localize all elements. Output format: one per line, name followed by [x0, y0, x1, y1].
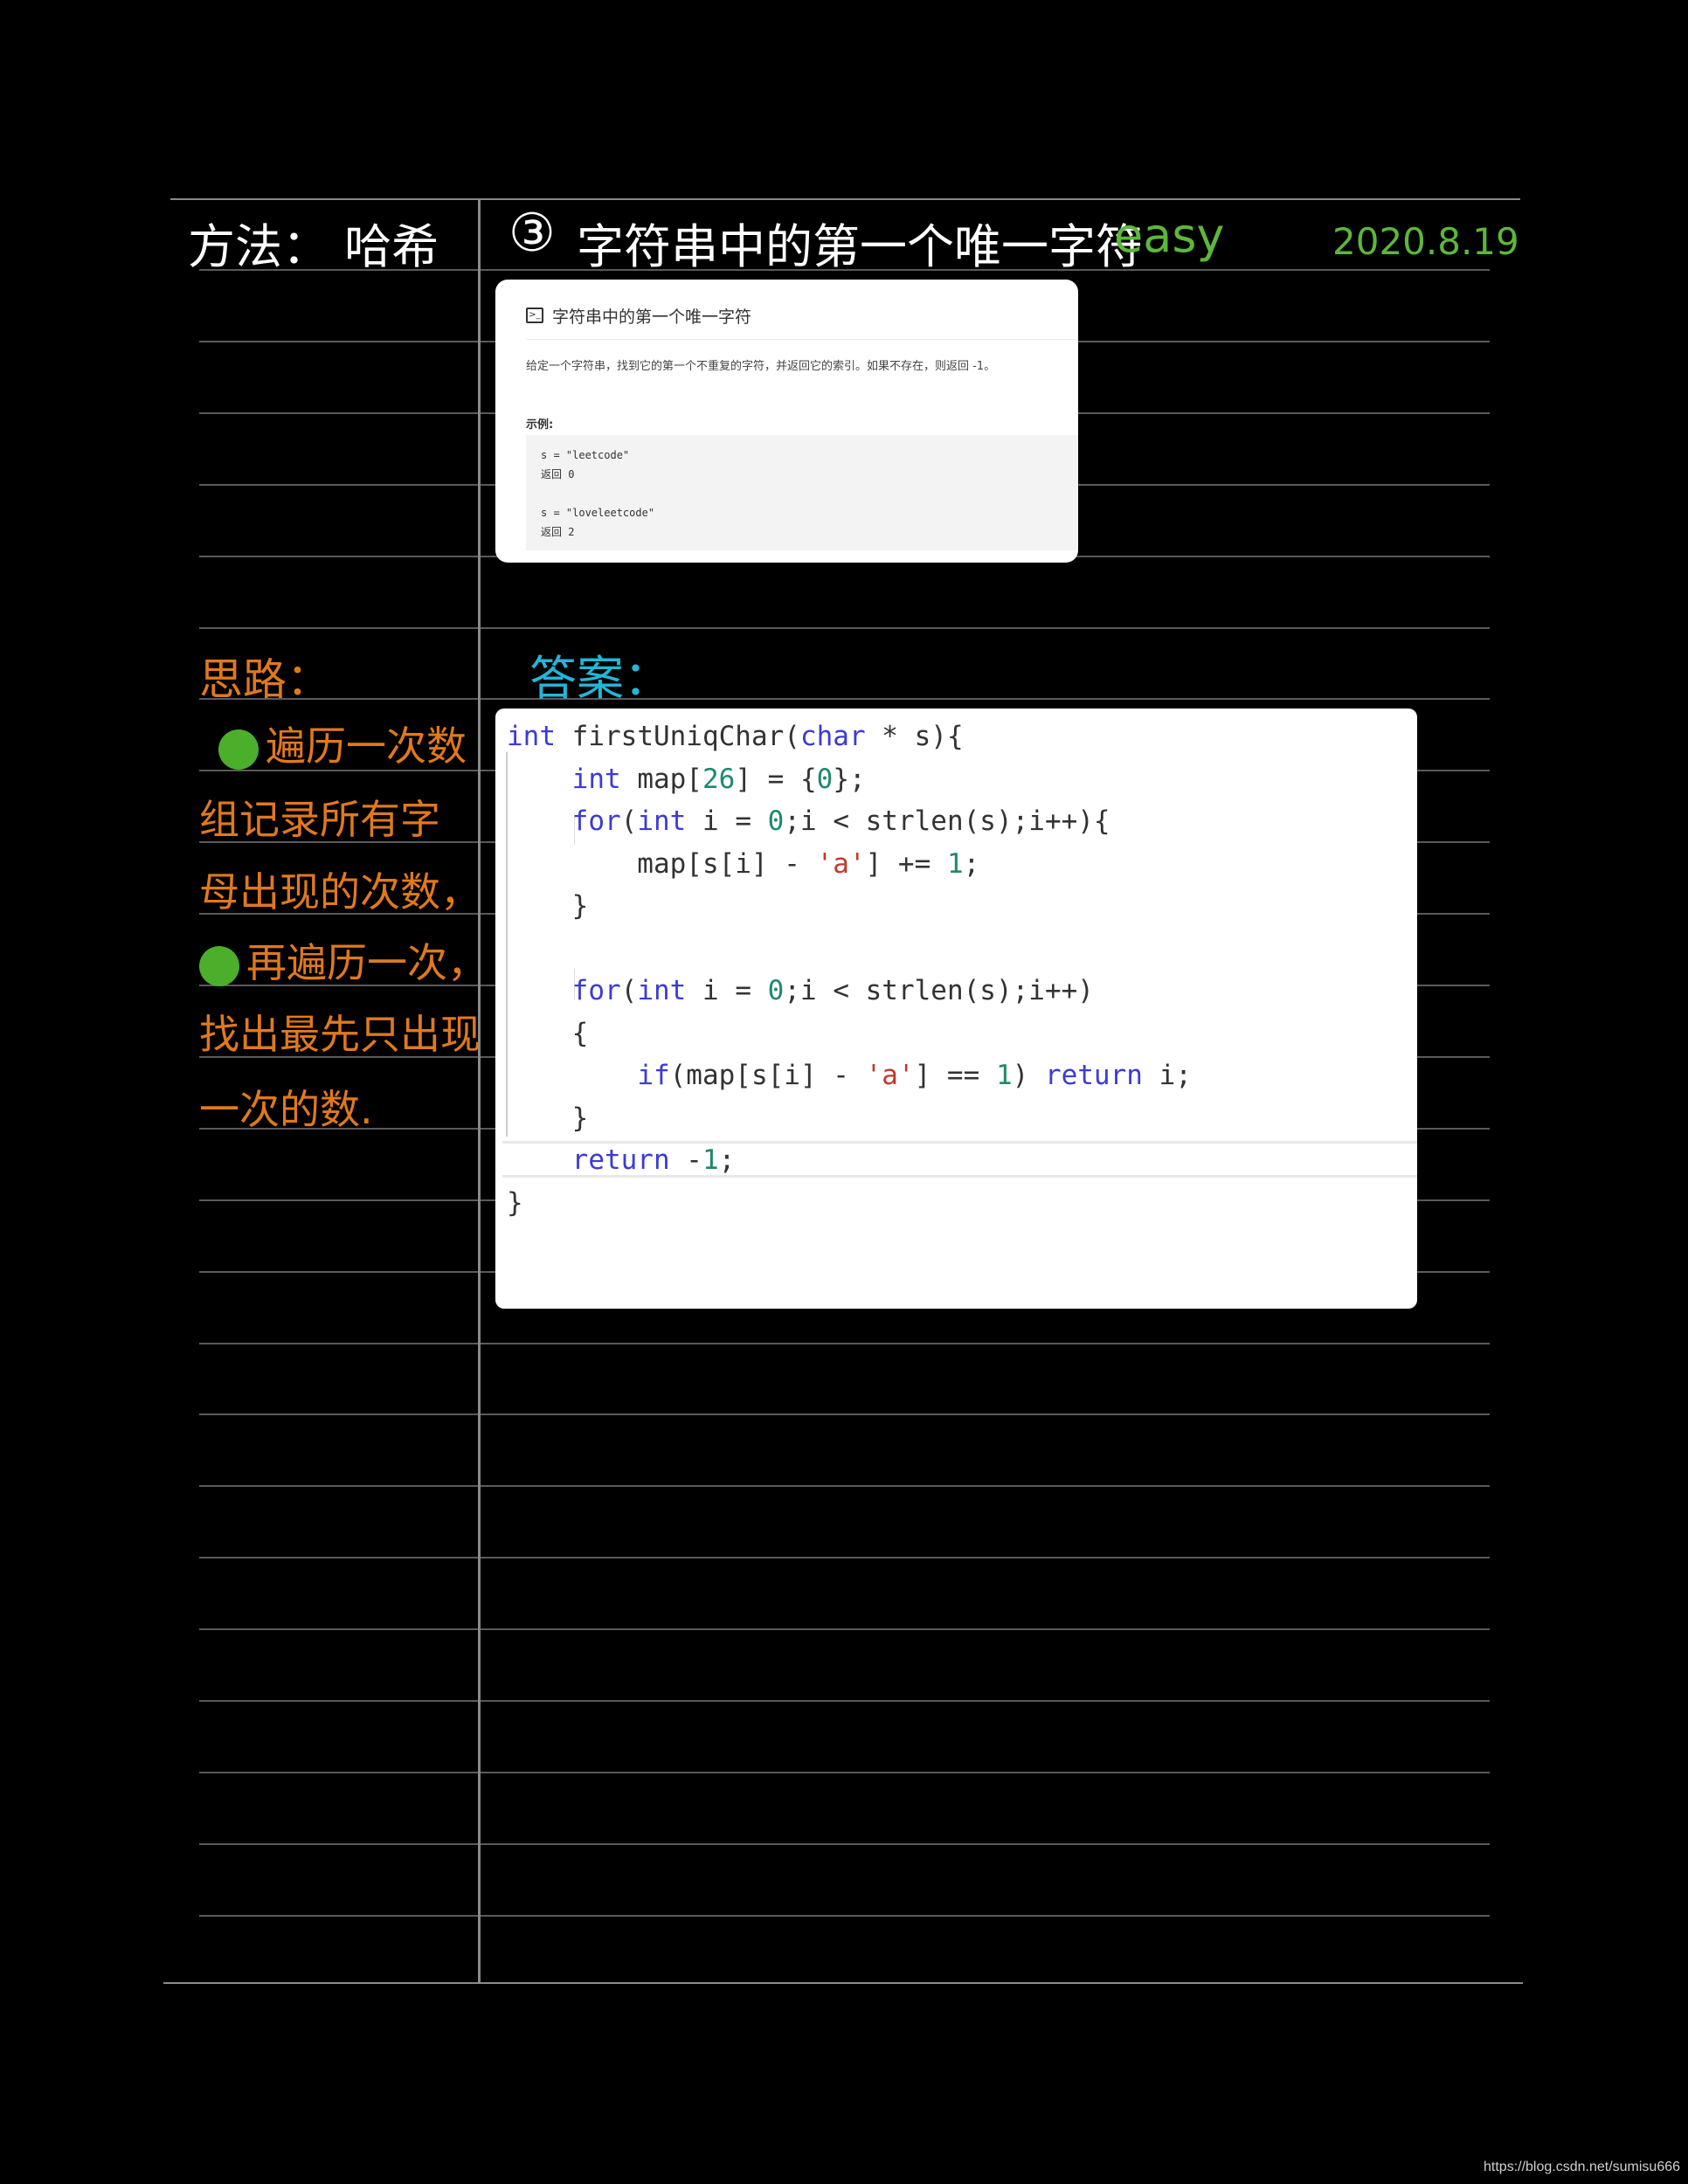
- note-page: 方法： 哈希 ③ 字符串中的第一个唯一字符 easy 2020.8.19 >_ …: [0, 0, 1688, 2184]
- code-line: int firstUniqChar(char * s){: [507, 721, 964, 752]
- top-border: [170, 198, 1520, 200]
- notes-line: 组记录所有字: [199, 796, 440, 843]
- code-line: map[s[i] - 'a'] += 1;: [507, 847, 980, 880]
- terminal-icon: >_: [526, 308, 543, 323]
- example-output: 返回 2: [541, 526, 575, 538]
- code-block: int firstUniqChar(char * s){ int map[26]…: [507, 715, 1192, 1224]
- code-card: int firstUniqChar(char * s){ int map[26]…: [495, 708, 1417, 1309]
- problem-number: ③: [508, 203, 556, 264]
- notes-title: 思路：: [199, 654, 330, 705]
- problem-card-title: 字符串中的第一个唯一字符: [552, 307, 752, 327]
- ruled-line: [199, 1771, 1490, 1773]
- code-line: return -1;: [571, 1144, 736, 1176]
- answer-title: 答案：: [529, 651, 671, 706]
- ruled-line: [199, 1342, 1490, 1344]
- code-line: }: [507, 1102, 589, 1134]
- difficulty: easy: [1114, 208, 1225, 263]
- bottom-border: [163, 1982, 1523, 1984]
- problem-card: >_ 字符串中的第一个唯一字符 给定一个字符串，找到它的第一个不重复的字符，并返…: [495, 280, 1078, 563]
- ruled-line: [199, 1413, 1490, 1416]
- green-bullet-icon: [218, 729, 259, 770]
- notes-line: 再遍历一次，: [199, 931, 488, 989]
- code-line: for(int i = 0;i < strlen(s);i++): [571, 975, 1094, 1006]
- example-label: 示例:: [526, 418, 554, 432]
- notes-line: 一次的数.: [199, 1086, 373, 1133]
- notes-line: 遍历一次数: [218, 715, 467, 772]
- ruled-line: [199, 698, 1490, 701]
- watermark: https://blog.csdn.net/sumisu666: [1484, 2160, 1681, 2174]
- notes-line: 母出现的次数，: [199, 868, 481, 916]
- date: 2020.8.19: [1332, 220, 1519, 263]
- green-bullet-icon: [199, 945, 239, 986]
- ruled-line: [199, 1914, 1490, 1917]
- ruled-line: [199, 1557, 1490, 1559]
- example-input: s = "loveleetcode": [541, 507, 655, 519]
- code-line: for(int i = 0;i < strlen(s);i++){: [571, 805, 1110, 837]
- ruled-line: [199, 1628, 1490, 1631]
- method-label: 方法： 哈希: [188, 219, 439, 274]
- notes-line: 找出最先只出现: [199, 1011, 481, 1058]
- problem-title: 字符串中的第一个唯一字符: [577, 219, 1143, 274]
- example-input: s = "leetcode": [541, 449, 630, 461]
- problem-description: 给定一个字符串，找到它的第一个不重复的字符，并返回它的索引。如果不存在，则返回 …: [526, 360, 996, 373]
- problem-card-header: >_ 字符串中的第一个唯一字符: [526, 292, 1078, 340]
- ruled-line: [199, 1842, 1490, 1845]
- column-divider: [478, 199, 481, 1983]
- code-line: }: [507, 1186, 523, 1219]
- code-line: {: [507, 1017, 589, 1049]
- ruled-line: [199, 1700, 1490, 1702]
- example-block: s = "leetcode" 返回 0 s = "loveleetcode" 返…: [526, 435, 1078, 550]
- code-line: }: [507, 890, 589, 922]
- ruled-line: [199, 626, 1490, 629]
- example-output: 返回 0: [541, 468, 575, 480]
- code-line: if(map[s[i] - 'a'] == 1) return i;: [637, 1060, 1192, 1091]
- ruled-line: [199, 1485, 1490, 1488]
- code-line: int map[26] = {0};: [571, 763, 866, 795]
